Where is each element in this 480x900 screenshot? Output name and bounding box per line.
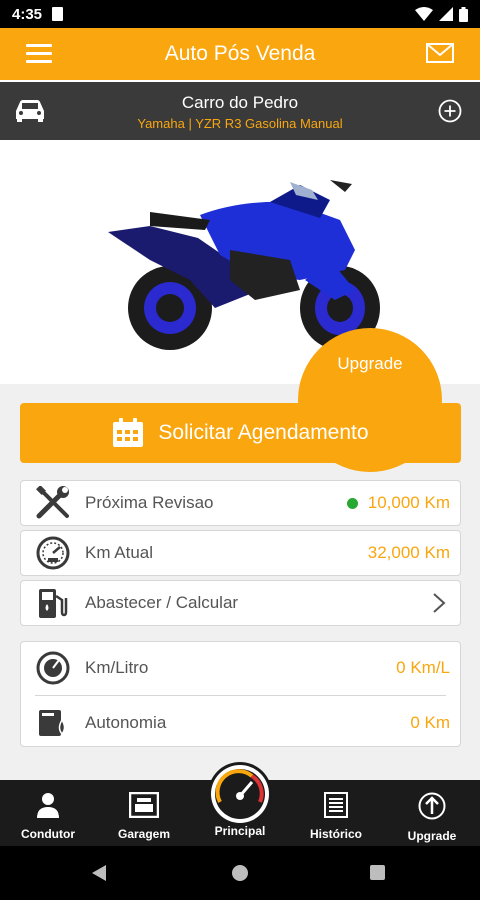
nav-condutor-label: Condutor: [21, 827, 75, 841]
schedule-button-label: Solicitar Agendamento: [158, 421, 369, 444]
status-bar: 4:35: [0, 0, 480, 28]
km-per-liter-label: Km/Litro: [85, 658, 149, 677]
nav-upgrade-label: Upgrade: [407, 829, 457, 843]
nav-upgrade[interactable]: Upgrade: [384, 792, 480, 843]
refuel-card[interactable]: Abastecer / Calcular: [20, 580, 461, 626]
next-service-value: 10,000 Km: [367, 493, 450, 512]
calendar-icon: [113, 418, 144, 447]
nav-principal-label: Principal: [214, 824, 266, 838]
person-icon: [37, 793, 59, 818]
wrench-screwdriver-icon: [36, 486, 69, 519]
autonomy-value: 0 Km: [410, 713, 450, 732]
battery-icon: [459, 6, 468, 22]
upgrade-arrow-icon: [418, 792, 446, 820]
history-icon: [324, 792, 348, 818]
vehicle-bar[interactable]: Carro do Pedro Yamaha | YZR R3 Gasolina …: [0, 80, 480, 140]
system-navigation-bar: [0, 846, 480, 900]
status-dot: [346, 497, 358, 509]
schedule-button[interactable]: Solicitar Agendamento: [20, 403, 461, 463]
next-service-card[interactable]: Próxima Revisao 10,000 Km: [20, 480, 461, 526]
plus-circle-icon[interactable]: [438, 99, 462, 123]
nav-historico-label: Histórico: [309, 827, 362, 841]
speedometer-icon: [36, 536, 70, 570]
current-km-card[interactable]: Km Atual 32,000 Km: [20, 530, 461, 576]
back-icon[interactable]: [92, 865, 106, 881]
nav-condutor[interactable]: Condutor: [0, 792, 96, 841]
status-time: 4:35: [12, 5, 43, 23]
hamburger-menu-icon[interactable]: [26, 44, 52, 64]
chevron-right-icon: [433, 593, 446, 613]
autonomy-row[interactable]: Autonomia 0 Km: [21, 697, 460, 749]
home-icon[interactable]: [232, 865, 248, 881]
nav-garagem[interactable]: Garagem: [96, 791, 192, 841]
divider: [35, 695, 446, 696]
nav-historico[interactable]: Histórico: [288, 792, 384, 841]
wifi-icon: [415, 7, 433, 21]
sim-card-icon: [52, 7, 64, 21]
km-per-liter-value: 0 Km/L: [396, 658, 450, 677]
upgrade-badge-label: Upgrade: [337, 354, 403, 373]
current-km-label: Km Atual: [85, 543, 154, 562]
status-icons: [415, 6, 468, 22]
app-bar: Auto Pós Venda: [0, 28, 480, 80]
refuel-label: Abastecer / Calcular: [85, 593, 239, 612]
nav-garagem-label: Garagem: [117, 827, 171, 841]
app-title: Auto Pós Venda: [164, 42, 316, 65]
dashboard-gauge-icon: [211, 765, 269, 823]
nav-principal[interactable]: [208, 762, 272, 826]
fuel-drop-icon: [39, 710, 66, 736]
garage-icon: [128, 791, 160, 819]
mail-icon[interactable]: [426, 43, 454, 63]
recent-apps-icon[interactable]: [370, 865, 385, 880]
consumption-panel: Km/Litro 0 Km/L Autonomia 0 Km: [20, 641, 461, 747]
gauge-icon: [36, 651, 70, 685]
km-per-liter-row[interactable]: Km/Litro 0 Km/L: [21, 642, 460, 694]
autonomy-label: Autonomia: [85, 713, 167, 732]
fuel-pump-icon: [39, 589, 68, 618]
signal-icon: [439, 7, 453, 21]
current-km-value: 32,000 Km: [367, 543, 450, 562]
next-service-label: Próxima Revisao: [85, 493, 214, 512]
vehicle-model: Yamaha | YZR R3 Gasolina Manual: [137, 116, 343, 131]
vehicle-name: Carro do Pedro: [181, 93, 299, 112]
